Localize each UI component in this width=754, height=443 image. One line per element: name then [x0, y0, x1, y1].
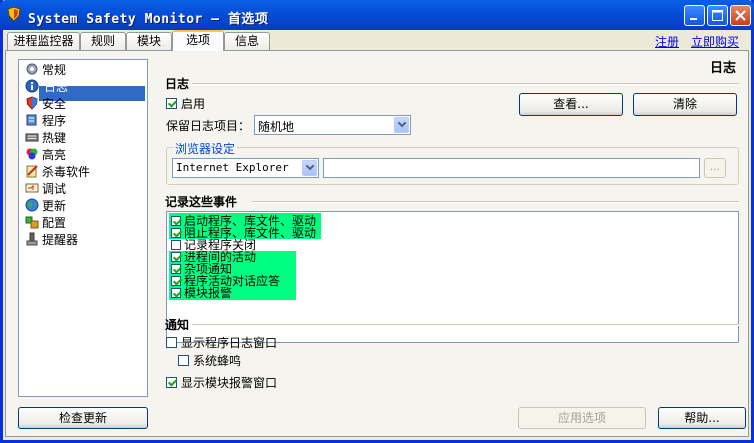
tab-process-monitor[interactable]: 进程监控器 — [7, 32, 80, 50]
program-icon — [26, 114, 37, 126]
log-section-divider — [192, 83, 739, 85]
browser-settings-title: 浏览器设定 — [173, 140, 238, 157]
buy-now-link[interactable]: 立即购买 — [691, 33, 739, 50]
config-icon — [25, 216, 39, 229]
event-checkbox[interactable] — [171, 228, 181, 238]
gear-icon — [26, 63, 38, 75]
maximize-button[interactable] — [707, 5, 728, 26]
globe-icon — [25, 198, 39, 212]
app-shield-icon — [7, 6, 21, 22]
debug-icon — [25, 183, 39, 193]
close-button[interactable] — [730, 5, 751, 26]
enable-label: 启用 — [181, 97, 206, 111]
notify-section-title: 通知 — [165, 318, 190, 332]
close-icon — [735, 10, 746, 21]
system-beep-option[interactable]: 系统蜂鸣 — [178, 352, 241, 369]
enable-check-box[interactable] — [166, 98, 177, 109]
browser-select[interactable]: Internet Explorer — [172, 158, 319, 178]
title-bar[interactable]: System Safety Monitor — 首选项 — [0, 0, 754, 30]
sidebar-item-config[interactable]: 配置 — [25, 214, 66, 230]
sidebar-item-security[interactable]: 安全 — [25, 95, 66, 111]
options-category-list[interactable]: 常规 日志 安全 程序 热键 高亮 杀毒软件 调试 更新 配置 提醒器 — [18, 59, 148, 397]
page-title: 日志 — [709, 61, 736, 76]
log-enable-checkbox[interactable]: 启用 — [166, 95, 205, 112]
tab-modules[interactable]: 模块 — [126, 32, 172, 50]
minimize-button[interactable] — [684, 5, 705, 26]
antivirus-icon — [26, 165, 38, 178]
view-log-button[interactable]: 查看... — [519, 93, 623, 116]
sidebar-item-hotkeys[interactable]: 热键 — [25, 129, 66, 145]
event-checkbox[interactable] — [171, 264, 181, 274]
log-section-title: 日志 — [165, 77, 190, 91]
show-log-window-option[interactable]: 显示程序日志窗口 — [166, 334, 277, 351]
window-title: System Safety Monitor — 首选项 — [28, 12, 269, 27]
chevron-down-icon — [394, 117, 409, 133]
event-checkbox[interactable] — [171, 288, 181, 298]
maximize-icon — [712, 10, 723, 21]
sidebar-item-reminder[interactable]: 提醒器 — [25, 231, 78, 247]
browse-button[interactable]: ... — [704, 158, 726, 178]
show-log-window-checkbox[interactable] — [166, 337, 177, 348]
highlight-icon — [26, 148, 38, 160]
shield-icon — [26, 96, 38, 110]
tab-options[interactable]: 选项 — [172, 30, 224, 51]
check-update-button[interactable]: 检查更新 — [18, 407, 148, 429]
sidebar-item-general[interactable]: 常规 — [25, 61, 66, 77]
options-panel: 常规 日志 安全 程序 热键 高亮 杀毒软件 调试 更新 配置 提醒器 日志 日… — [5, 50, 749, 437]
reminder-icon — [26, 232, 38, 246]
sidebar-item-log[interactable]: 日志 — [25, 78, 70, 94]
keep-items-label: 保留日志项目： — [166, 119, 251, 133]
keep-items-select[interactable]: 随机地 — [254, 115, 411, 135]
chevron-down-icon — [302, 160, 317, 176]
apply-options-button[interactable]: 应用选项 — [518, 407, 646, 429]
event-checkbox[interactable] — [171, 276, 181, 286]
register-link[interactable]: 注册 — [655, 33, 679, 50]
browser-path-input[interactable] — [323, 158, 700, 178]
tab-bar: 进程监控器 规则 模块 选项 信息 注册 立即购买 — [3, 30, 751, 51]
sidebar-item-antivirus[interactable]: 杀毒软件 — [25, 163, 90, 179]
clear-log-button[interactable]: 清除 — [633, 93, 737, 116]
help-button[interactable]: 帮助... — [658, 407, 746, 429]
sidebar-item-update[interactable]: 更新 — [25, 197, 66, 213]
sidebar-item-highlight[interactable]: 高亮 — [25, 146, 66, 162]
event-checkbox[interactable] — [171, 252, 181, 262]
events-section-title: 记录这些事件 — [165, 195, 238, 209]
sidebar-item-programs[interactable]: 程序 — [25, 112, 66, 128]
event-item-module-alert[interactable]: 模块报警 — [171, 287, 232, 299]
notify-section-divider — [192, 324, 739, 326]
system-beep-checkbox[interactable] — [178, 355, 189, 366]
show-module-alert-checkbox[interactable] — [166, 377, 177, 388]
event-checkbox[interactable] — [171, 216, 181, 226]
sidebar-item-debug[interactable]: 调试 — [25, 180, 66, 196]
preferences-window: System Safety Monitor — 首选项 进程监控器 规则 模块 … — [0, 0, 754, 443]
tab-info[interactable]: 信息 — [224, 32, 270, 50]
info-icon — [25, 79, 39, 93]
keyboard-icon — [25, 133, 39, 142]
minimize-icon — [690, 18, 697, 20]
event-checkbox[interactable] — [171, 240, 181, 250]
tab-rules[interactable]: 规则 — [80, 32, 126, 50]
show-module-alert-option[interactable]: 显示模块报警窗口 — [166, 374, 277, 391]
events-section-divider — [252, 201, 739, 203]
